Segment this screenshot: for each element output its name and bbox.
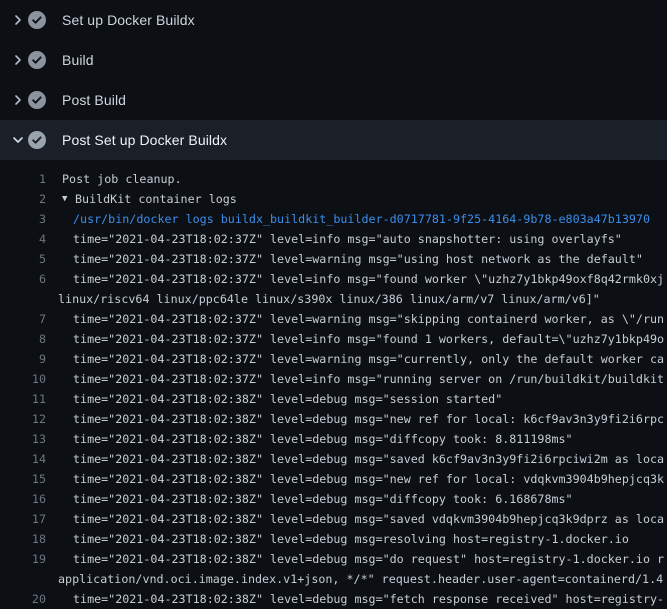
line-number[interactable]: 18: [0, 529, 46, 549]
step-header-build[interactable]: Build: [0, 40, 667, 80]
step-title: Build: [62, 52, 94, 68]
line-number[interactable]: 7: [0, 309, 46, 329]
log-line: 1 Post job cleanup.: [0, 169, 667, 189]
log-text: time="2021-04-23T18:02:37Z" level=warnin…: [46, 309, 664, 329]
log-group-label: BuildKit container logs: [75, 189, 237, 209]
log-line-wrap: application/vnd.oci.image.index.v1+json,…: [0, 569, 667, 589]
chevron-right-icon: [10, 12, 26, 28]
check-circle-icon: [28, 91, 46, 109]
line-number[interactable]: 2: [0, 189, 46, 209]
log-line: 16 time="2021-04-23T18:02:38Z" level=deb…: [0, 489, 667, 509]
log-command-text: /usr/bin/docker logs buildx_buildkit_bui…: [46, 209, 650, 229]
log-text: time="2021-04-23T18:02:37Z" level=info m…: [46, 329, 664, 349]
line-number[interactable]: 1: [0, 169, 46, 189]
log-line: 10 time="2021-04-23T18:02:37Z" level=inf…: [0, 369, 667, 389]
line-number[interactable]: 15: [0, 469, 46, 489]
triangle-down-icon: ▼: [62, 189, 75, 209]
log-text: application/vnd.oci.image.index.v1+json,…: [46, 569, 663, 589]
log-line: 8 time="2021-04-23T18:02:37Z" level=info…: [0, 329, 667, 349]
log-text: time="2021-04-23T18:02:38Z" level=debug …: [46, 589, 664, 609]
log-line: 7 time="2021-04-23T18:02:37Z" level=warn…: [0, 309, 667, 329]
chevron-right-icon: [10, 92, 26, 108]
step-title: Post Build: [62, 92, 126, 108]
step-title: Set up Docker Buildx: [62, 12, 195, 28]
log-line: 11 time="2021-04-23T18:02:38Z" level=deb…: [0, 389, 667, 409]
log-line: 13 time="2021-04-23T18:02:38Z" level=deb…: [0, 429, 667, 449]
chevron-right-icon: [10, 52, 26, 68]
log-line: 20 time="2021-04-23T18:02:38Z" level=deb…: [0, 589, 667, 609]
log-text: time="2021-04-23T18:02:37Z" level=info m…: [46, 369, 664, 389]
log-line: 17 time="2021-04-23T18:02:38Z" level=deb…: [0, 509, 667, 529]
log-text: time="2021-04-23T18:02:37Z" level=warnin…: [46, 349, 664, 369]
log-text: time="2021-04-23T18:02:37Z" level=info m…: [46, 269, 664, 289]
line-number[interactable]: 3: [0, 209, 46, 229]
line-number[interactable]: 13: [0, 429, 46, 449]
log-text: time="2021-04-23T18:02:38Z" level=debug …: [46, 549, 664, 569]
line-number[interactable]: 17: [0, 509, 46, 529]
log-line: 15 time="2021-04-23T18:02:38Z" level=deb…: [0, 469, 667, 489]
step-header-post-build[interactable]: Post Build: [0, 80, 667, 120]
log-text: time="2021-04-23T18:02:37Z" level=info m…: [46, 229, 622, 249]
line-number[interactable]: 10: [0, 369, 46, 389]
log-line: 2 ▼ BuildKit container logs: [0, 189, 667, 209]
log-line: 14 time="2021-04-23T18:02:38Z" level=deb…: [0, 449, 667, 469]
step-header-post-set-up-docker-buildx[interactable]: Post Set up Docker Buildx: [0, 120, 667, 160]
log-text: time="2021-04-23T18:02:38Z" level=debug …: [46, 409, 664, 429]
log-line: 5 time="2021-04-23T18:02:37Z" level=warn…: [0, 249, 667, 269]
check-circle-icon: [28, 51, 46, 69]
line-number[interactable]: 6: [0, 269, 46, 289]
log-text: time="2021-04-23T18:02:38Z" level=debug …: [46, 429, 573, 449]
line-number[interactable]: 12: [0, 409, 46, 429]
log-text: Post job cleanup.: [46, 169, 182, 189]
log-text: time="2021-04-23T18:02:37Z" level=warnin…: [46, 249, 643, 269]
log-line: 9 time="2021-04-23T18:02:37Z" level=warn…: [0, 349, 667, 369]
log-line: 4 time="2021-04-23T18:02:37Z" level=info…: [0, 229, 667, 249]
log-line: 18 time="2021-04-23T18:02:38Z" level=deb…: [0, 529, 667, 549]
log-text: time="2021-04-23T18:02:38Z" level=debug …: [46, 389, 502, 409]
check-circle-icon: [28, 11, 46, 29]
line-number[interactable]: 20: [0, 589, 46, 609]
line-number: [0, 569, 46, 589]
line-number[interactable]: 11: [0, 389, 46, 409]
log-text: linux/riscv64 linux/ppc64le linux/s390x …: [46, 289, 600, 309]
line-number[interactable]: 16: [0, 489, 46, 509]
log-line: 19 time="2021-04-23T18:02:38Z" level=deb…: [0, 549, 667, 569]
log-text: time="2021-04-23T18:02:38Z" level=debug …: [46, 449, 664, 469]
log-text: time="2021-04-23T18:02:38Z" level=debug …: [46, 509, 664, 529]
log-viewer: 1 Post job cleanup. 2 ▼ BuildKit contain…: [0, 160, 667, 609]
line-number[interactable]: 5: [0, 249, 46, 269]
log-line: 3 /usr/bin/docker logs buildx_buildkit_b…: [0, 209, 667, 229]
log-line: 6 time="2021-04-23T18:02:37Z" level=info…: [0, 269, 667, 289]
step-title: Post Set up Docker Buildx: [62, 132, 227, 148]
log-line: 12 time="2021-04-23T18:02:38Z" level=deb…: [0, 409, 667, 429]
line-number: [0, 289, 46, 309]
step-header-set-up-docker-buildx[interactable]: Set up Docker Buildx: [0, 0, 667, 40]
log-line-wrap: linux/riscv64 linux/ppc64le linux/s390x …: [0, 289, 667, 309]
chevron-down-icon: [10, 132, 26, 148]
line-number[interactable]: 4: [0, 229, 46, 249]
check-circle-icon: [28, 131, 46, 149]
log-text: time="2021-04-23T18:02:38Z" level=debug …: [46, 489, 573, 509]
line-number[interactable]: 19: [0, 549, 46, 569]
log-text: time="2021-04-23T18:02:38Z" level=debug …: [46, 469, 664, 489]
log-text: time="2021-04-23T18:02:38Z" level=debug …: [46, 529, 629, 549]
log-group-toggle[interactable]: ▼ BuildKit container logs: [46, 189, 237, 209]
line-number[interactable]: 9: [0, 349, 46, 369]
line-number[interactable]: 14: [0, 449, 46, 469]
line-number[interactable]: 8: [0, 329, 46, 349]
